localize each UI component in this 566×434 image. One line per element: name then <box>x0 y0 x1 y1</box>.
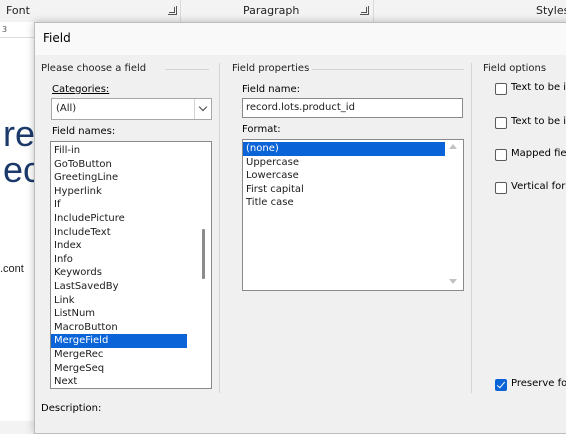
field-dialog: Field Please choose a field Categories: … <box>34 22 566 434</box>
categories-select[interactable]: (All) <box>51 98 212 120</box>
field-names-label: Field names: <box>52 126 116 137</box>
ribbon-group-labels: Font Paragraph Styles <box>0 0 566 23</box>
field-properties-header: Field properties <box>232 63 310 74</box>
format-item[interactable]: Uppercase <box>243 156 445 170</box>
field-name-value: record.lots.product_id <box>246 102 355 113</box>
field-name-item[interactable]: IncludePicture <box>51 212 187 226</box>
field-option-label[interactable]: Mapped fiel <box>511 148 566 159</box>
ribbon-separator <box>373 0 374 22</box>
scrollbar-thumb[interactable] <box>202 229 205 279</box>
font-dialog-launcher-icon[interactable] <box>168 6 177 15</box>
preserve-formatting-label[interactable]: Preserve for <box>511 378 566 389</box>
ribbon-group-paragraph: Paragraph <box>243 4 300 17</box>
field-name-item[interactable]: Keywords <box>51 266 187 280</box>
field-name-input[interactable]: record.lots.product_id <box>242 98 463 118</box>
preserve-formatting-checkbox[interactable] <box>495 379 507 391</box>
scroll-up-icon[interactable] <box>449 144 457 149</box>
choose-field-header: Please choose a field <box>41 63 147 74</box>
chevron-down-icon[interactable] <box>194 99 211 119</box>
field-name-item[interactable]: ListNum <box>51 307 187 321</box>
format-scrollbar[interactable] <box>446 140 463 290</box>
scroll-down-icon[interactable] <box>449 279 457 284</box>
field-options-header: Field options <box>483 63 547 74</box>
field-option-checkbox[interactable] <box>495 182 507 194</box>
field-option-label[interactable]: Text to be in <box>511 116 566 127</box>
field-option-label[interactable]: Text to be in <box>511 82 566 93</box>
field-name-item[interactable]: MacroButton <box>51 321 187 335</box>
ribbon-separator <box>180 0 181 22</box>
field-name-item[interactable]: GreetingLine <box>51 171 187 185</box>
format-item[interactable]: First capital <box>243 183 445 197</box>
field-name-item[interactable]: MergeField <box>51 334 187 348</box>
ruler-mark: 3 <box>2 25 8 34</box>
field-name-item[interactable]: GoToButton <box>51 158 187 172</box>
field-name-item[interactable]: Index <box>51 239 187 253</box>
field-name-item[interactable]: MergeSeq <box>51 362 187 376</box>
format-item[interactable]: Title case <box>243 196 445 210</box>
field-name-item[interactable]: Link <box>51 294 187 308</box>
ribbon-group-font: Font <box>6 4 30 17</box>
document-text-fragment: .cont <box>0 263 24 275</box>
field-name-item[interactable]: IncludeText <box>51 226 187 240</box>
dialog-title-bar[interactable] <box>35 23 566 55</box>
ruler: 3 <box>0 23 34 38</box>
field-names-scrollbar[interactable] <box>197 142 211 388</box>
field-name-item[interactable]: Hyperlink <box>51 185 187 199</box>
field-name-item[interactable]: If <box>51 198 187 212</box>
paragraph-dialog-launcher-icon[interactable] <box>360 6 369 15</box>
format-listbox[interactable]: (none) Uppercase Lowercase First capital Tit… <box>242 139 464 291</box>
field-option-checkbox[interactable] <box>495 149 507 161</box>
dialog-title: Field <box>43 31 71 45</box>
field-name-item[interactable]: Fill-in <box>51 144 187 158</box>
document-text-fragment: re <box>3 113 36 154</box>
document-page <box>0 22 34 421</box>
ribbon-group-styles: Styles <box>536 4 566 17</box>
column-divider <box>219 63 220 393</box>
field-option-checkbox[interactable] <box>495 83 507 95</box>
format-item[interactable]: Lowercase <box>243 169 445 183</box>
group-divider <box>312 69 464 70</box>
field-option-label[interactable]: Vertical form <box>511 181 566 192</box>
field-name-item[interactable]: MergeRec <box>51 348 187 362</box>
description-label: Description: <box>41 403 102 414</box>
field-option-checkbox[interactable] <box>495 117 507 129</box>
categories-label: Categories: <box>52 84 110 95</box>
field-names-listbox[interactable]: Fill-in GoToButton GreetingLine Hyperlink If… <box>50 141 212 389</box>
format-label: Format: <box>242 124 281 135</box>
field-name-item[interactable]: Info <box>51 253 187 267</box>
format-item[interactable]: (none) <box>243 142 445 156</box>
column-divider <box>471 63 472 393</box>
field-name-item[interactable]: LastSavedBy <box>51 280 187 294</box>
field-name-label: Field name: <box>242 84 300 95</box>
categories-value: (All) <box>56 103 77 114</box>
field-name-item[interactable]: Next <box>51 375 187 388</box>
group-divider <box>165 69 209 70</box>
